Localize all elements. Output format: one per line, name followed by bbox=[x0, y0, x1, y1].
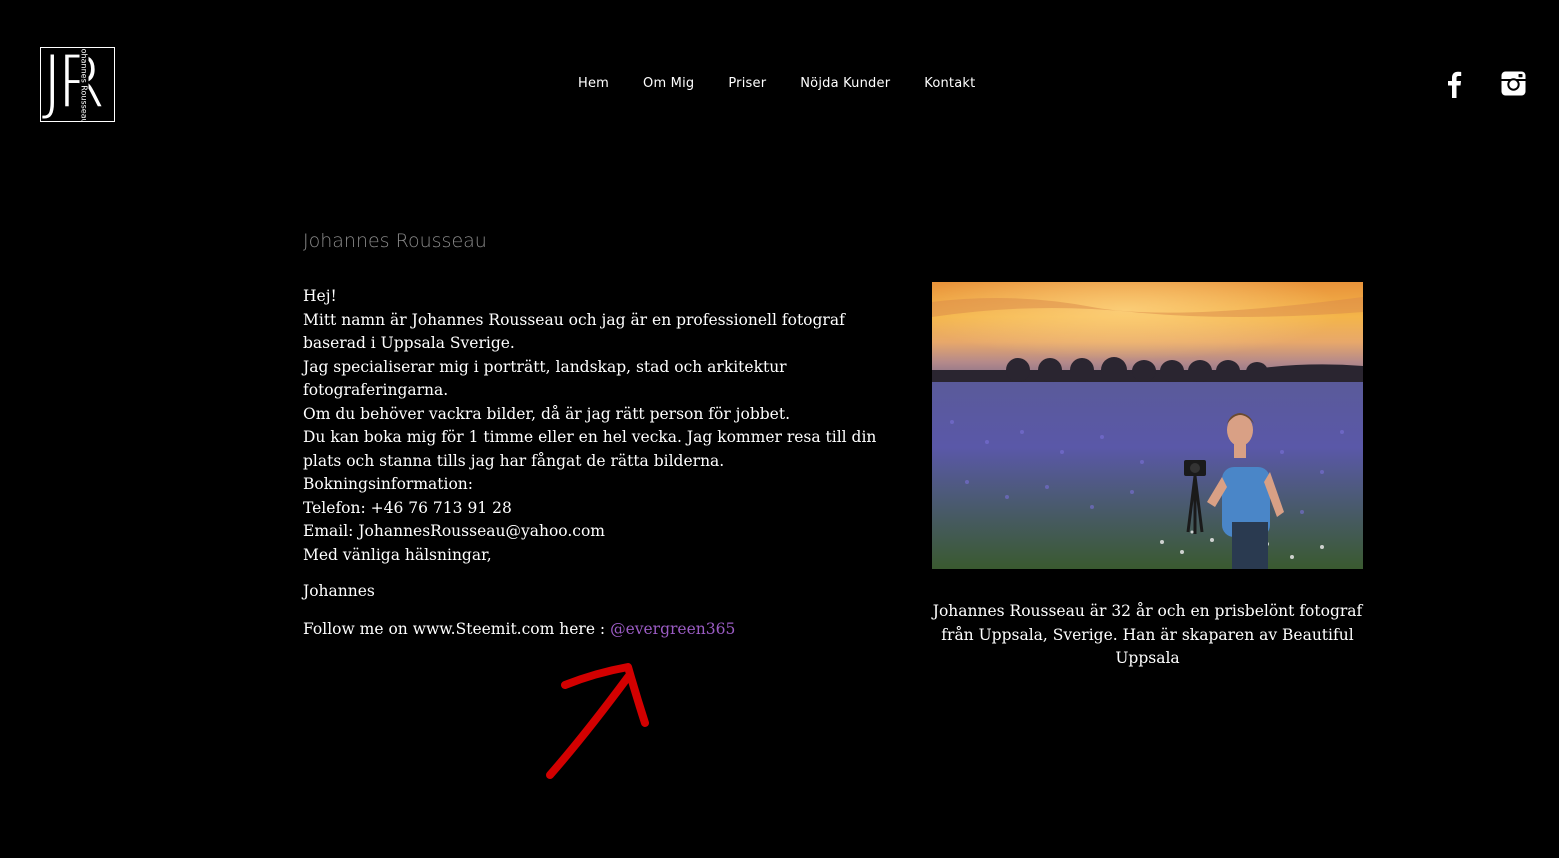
text-line: Bokningsinformation: bbox=[303, 475, 473, 493]
about-text: Hej! Mitt namn är Johannes Rousseau och … bbox=[303, 285, 908, 567]
text-line: Hej! bbox=[303, 287, 337, 305]
photo-caption: Johannes Rousseau är 32 år och en prisbe… bbox=[932, 602, 1363, 667]
follow-text: Follow me on www.Steemit.com here : bbox=[303, 620, 611, 638]
nav-item-kontakt[interactable]: Kontakt bbox=[924, 76, 975, 91]
text-line: Mitt namn är Johannes Rousseau och jag ä… bbox=[303, 310, 845, 353]
steemit-link[interactable]: @evergreen365 bbox=[610, 620, 735, 638]
facebook-icon[interactable] bbox=[1446, 70, 1462, 98]
annotation-arrow bbox=[546, 663, 649, 779]
text-line: Du kan boka mig för 1 timme eller en hel… bbox=[303, 428, 877, 470]
text-line: Om du behöver vackra bilder, då är jag r… bbox=[303, 404, 790, 423]
logo-letters: JR bbox=[42, 47, 105, 122]
nav-item-nojda-kunder[interactable]: Nöjda Kunder bbox=[800, 76, 890, 91]
logo-vertical-wrap: Johannes Rousseau bbox=[78, 48, 90, 121]
site-logo[interactable]: JR Johannes Rousseau bbox=[40, 47, 115, 122]
nav-item-om-mig[interactable]: Om Mig bbox=[643, 76, 694, 91]
nav-item-priser[interactable]: Priser bbox=[728, 76, 766, 91]
follow-line: Follow me on www.Steemit.com here : @eve… bbox=[303, 620, 735, 638]
portrait-photo bbox=[932, 282, 1363, 569]
signature: Johannes bbox=[303, 582, 375, 600]
email-line: Email: JohannesRousseau@yahoo.com bbox=[303, 522, 605, 540]
logo-vertical-text: Johannes Rousseau bbox=[79, 48, 89, 121]
page-title: Johannes Rousseau bbox=[303, 230, 487, 252]
text-line: Med vänliga hälsningar, bbox=[303, 545, 492, 564]
text-line: Jag specialiserar mig i porträtt, landsk… bbox=[303, 357, 787, 400]
instagram-icon[interactable] bbox=[1500, 70, 1527, 97]
phone-line: Telefon: +46 76 713 91 28 bbox=[303, 498, 512, 517]
nav-item-hem[interactable]: Hem bbox=[578, 76, 609, 91]
